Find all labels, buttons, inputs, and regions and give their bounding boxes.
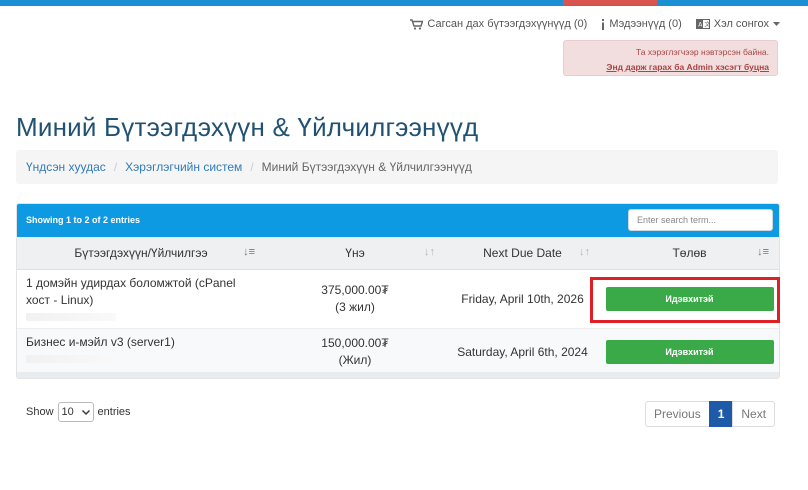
breadcrumb-current: Миний Бүтээгдэхүүн & Үйлчилгээнүүд: [261, 160, 472, 174]
header-product-label: Бүтээгдэхүүн/Үйлчилгээ: [74, 246, 208, 260]
table-toolbar: Showing 1 to 2 of 2 entries: [17, 204, 779, 237]
sort-icon: ↓↑: [579, 246, 590, 258]
page-title: Миний Бүтээгдэхүүн & Үйлчилгээнүүд: [16, 112, 479, 142]
notifications-label: Мэдээнүүд (0): [609, 18, 682, 30]
top-bar-accent: [563, 0, 657, 5]
price-cell: 150,000.00₮ (Жил): [265, 329, 445, 374]
header-price[interactable]: Үнэ ↓↑: [265, 237, 445, 269]
pagination-next[interactable]: Next: [732, 401, 776, 427]
admin-session-alert: Та хэрэглэгчээр нэвтэрсэн байна. Энд дар…: [563, 40, 778, 76]
header-price-label: Үнэ: [345, 246, 365, 260]
top-navigation: Сагсан дах бүтээгдэхүүнүүд (0) Мэдээнүүд…: [410, 18, 780, 30]
entries-value: 10: [61, 406, 74, 418]
pagination-previous[interactable]: Previous: [645, 401, 710, 427]
product-cell: Бизнес и-мэйл v3 (server1): [17, 329, 265, 374]
entries-select[interactable]: 10: [57, 402, 94, 422]
cart-link[interactable]: Сагсан дах бүтээгдэхүүнүүд (0): [410, 18, 587, 30]
due-date-cell: Friday, April 10th, 2026: [461, 292, 584, 306]
highlight-annotation: [590, 277, 780, 323]
billing-cycle: (3 жил): [335, 300, 375, 314]
product-name: 1 домэйн удирдах боломжтой (cPanel хост …: [26, 276, 236, 307]
svg-text:文: 文: [704, 21, 710, 29]
product-name: Бизнес и-мэйл v3 (server1): [26, 335, 175, 349]
chevron-down-icon: [81, 406, 90, 418]
header-due-date[interactable]: Next Due Date ↓↑: [445, 237, 600, 269]
language-icon: A文: [695, 19, 710, 29]
breadcrumb-separator: /: [250, 160, 254, 174]
top-bar: [0, 0, 808, 6]
language-selector[interactable]: A文 Хэл сонгох: [695, 18, 780, 30]
entries-label: entries: [97, 406, 131, 418]
caret-down-icon: [773, 22, 780, 26]
header-status[interactable]: Төлөв ↓≡: [600, 237, 779, 269]
billing-cycle: (Жил): [338, 352, 372, 367]
product-cell: 1 домэйн удирдах боломжтой (cPanel хост …: [17, 270, 265, 328]
page-length-control: Show 10 entries: [26, 402, 131, 422]
domain-blurred: [26, 355, 116, 363]
table-footer-bar: [17, 372, 779, 378]
breadcrumb-separator: /: [113, 160, 118, 174]
breadcrumb-client-area[interactable]: Хэрэглэгчийн систем: [125, 160, 242, 174]
price-cell: 375,000.00₮ (3 жил): [265, 270, 445, 328]
header-product[interactable]: Бүтээгдэхүүн/Үйлчилгээ ↓≡: [17, 237, 265, 269]
header-status-label: Төлөв: [672, 246, 707, 260]
info-icon: [601, 18, 605, 30]
header-due-date-label: Next Due Date: [483, 246, 562, 260]
pagination-page-1[interactable]: 1: [708, 401, 734, 427]
admin-alert-message: Та хэрэглэгчээр нэвтэрсэн байна.: [635, 47, 769, 57]
cart-icon: [410, 18, 424, 30]
cart-label: Сагсан дах бүтээгдэхүүнүүд (0): [427, 18, 588, 30]
return-to-admin-link[interactable]: Энд дарж гарах ба Admin хэсэгт буцна: [572, 60, 769, 75]
show-label: Show: [26, 406, 54, 418]
status-badge-active[interactable]: Идэвхитэй: [605, 339, 774, 364]
table-info: Showing 1 to 2 of 2 entries: [26, 215, 141, 225]
sort-asc-icon: ↓≡: [757, 246, 769, 258]
breadcrumb: Үндсэн хуудас / Хэрэглэгчийн систем / Ми…: [16, 150, 778, 184]
sort-asc-icon: ↓≡: [243, 246, 255, 258]
notifications-link[interactable]: Мэдээнүүд (0): [601, 18, 682, 30]
pagination: Previous 1 Next: [645, 401, 776, 427]
price-amount: 150,000.00₮: [321, 335, 389, 350]
due-date-cell: Saturday, April 6th, 2024: [457, 344, 588, 359]
table-header: Бүтээгдэхүүн/Үйлчилгээ ↓≡ Үнэ ↓↑ Next Du…: [17, 237, 779, 270]
language-label: Хэл сонгох: [713, 18, 769, 30]
sort-icon: ↓↑: [424, 246, 435, 258]
domain-blurred: [26, 313, 116, 321]
table-search-input[interactable]: [628, 209, 773, 231]
table-row[interactable]: Бизнес и-мэйл v3 (server1) 150,000.00₮ (…: [17, 329, 779, 375]
price-amount: 375,000.00₮: [321, 283, 389, 297]
breadcrumb-home[interactable]: Үндсэн хуудас: [26, 160, 106, 174]
status-cell: Идэвхитэй: [600, 329, 779, 374]
